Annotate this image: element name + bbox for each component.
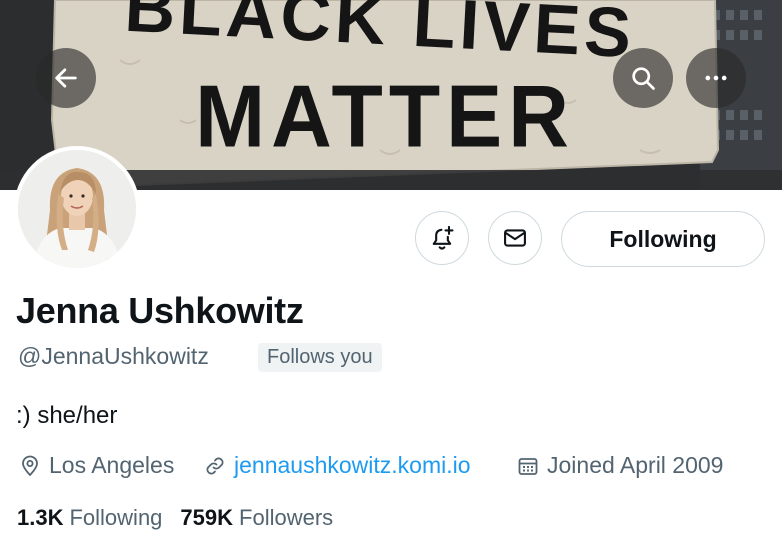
calendar-icon bbox=[518, 457, 538, 475]
display-name: Jenna Ushkowitz bbox=[16, 290, 304, 331]
bio: :) she/her bbox=[16, 402, 118, 429]
follows-you-badge: Follows you bbox=[258, 343, 382, 372]
location-item: Los Angeles bbox=[18, 452, 174, 479]
following-count: 1.3K bbox=[17, 505, 64, 530]
following-label: Following bbox=[69, 505, 163, 530]
link-icon bbox=[206, 457, 224, 474]
joined-item: Joined April 2009 bbox=[516, 452, 723, 479]
notifications-button[interactable] bbox=[415, 211, 469, 265]
search-button[interactable] bbox=[613, 48, 673, 108]
username: @JennaUshkowitz bbox=[18, 343, 209, 369]
followers-count-link[interactable]: 759K Followers bbox=[180, 505, 333, 531]
avatar[interactable] bbox=[14, 146, 140, 272]
more-button[interactable] bbox=[686, 48, 746, 108]
following-button[interactable]: Following bbox=[561, 211, 765, 267]
website-link[interactable]: jennaushkowitz.komi.io bbox=[234, 452, 471, 479]
search-icon bbox=[632, 67, 655, 90]
location-pin-icon bbox=[22, 455, 38, 476]
bell-plus-icon bbox=[432, 225, 454, 250]
mail-icon bbox=[504, 229, 526, 247]
back-button[interactable] bbox=[36, 48, 96, 108]
more-horizontal-icon bbox=[705, 75, 727, 81]
followers-label: Followers bbox=[239, 505, 334, 530]
following-count-link[interactable]: 1.3K Following bbox=[17, 505, 162, 531]
message-button[interactable] bbox=[488, 211, 542, 265]
location-text: Los Angeles bbox=[49, 452, 175, 478]
website-item[interactable]: jennaushkowitz.komi.io bbox=[203, 452, 471, 479]
banner-text-bottom: MATTER bbox=[195, 66, 575, 166]
followers-count: 759K bbox=[180, 505, 234, 530]
follow-counts: 1.3K Following 759K Followers bbox=[17, 505, 351, 531]
arrow-left-icon bbox=[55, 68, 77, 88]
avatar-photo bbox=[18, 150, 136, 268]
joined-text: Joined April 2009 bbox=[547, 452, 724, 478]
